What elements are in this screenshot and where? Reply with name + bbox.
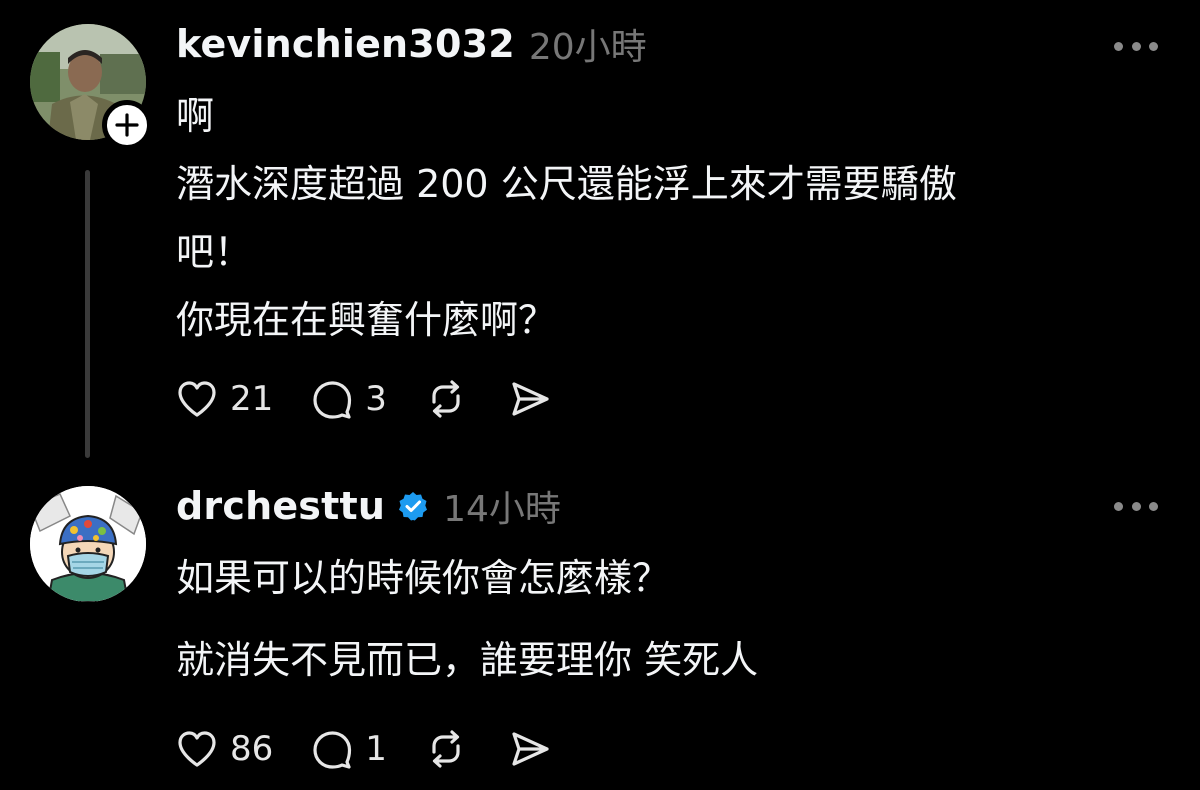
more-dots-icon	[1131, 501, 1141, 511]
comment-body: 啊 潛水深度超過 200 公尺還能浮上來才需要驕傲 吧！ 你現在在興奮什麼啊？	[176, 82, 1136, 354]
repost-button[interactable]	[421, 724, 471, 774]
repost-icon	[432, 380, 460, 418]
reply-button[interactable]: 1	[307, 724, 387, 774]
send-icon	[512, 382, 549, 416]
comment-header: drchesttu 14小時	[176, 478, 561, 534]
avatar[interactable]	[30, 486, 146, 602]
reply-count: 3	[365, 379, 387, 419]
share-button[interactable]	[505, 374, 555, 424]
repost-button[interactable]	[421, 374, 471, 424]
verified-badge-icon	[399, 492, 428, 521]
timestamp: 20小時	[528, 27, 647, 68]
more-options-button[interactable]	[1114, 500, 1158, 512]
comment-line: 你現在在興奮什麼啊？	[176, 298, 557, 342]
like-count: 21	[230, 379, 274, 419]
speech-bubble-icon	[313, 731, 352, 769]
reply-button[interactable]: 3	[307, 374, 387, 424]
avatar-illustration	[30, 486, 146, 602]
heart-icon	[178, 381, 216, 417]
speech-bubble-icon	[313, 381, 352, 419]
comment-line: 如果可以的時候你會怎麼樣？	[176, 556, 671, 600]
comment-item: drchesttu 14小時 如果可以的時候你會怎麼樣？ 就消失不見而已，誰要理…	[0, 470, 1200, 790]
action-bar: 86 1	[172, 724, 589, 774]
timestamp: 14小時	[443, 489, 561, 530]
comment-line: 就消失不見而已，誰要理你 笑死人	[176, 638, 759, 682]
more-options-button[interactable]	[1114, 40, 1158, 52]
like-button[interactable]: 86	[172, 724, 273, 774]
more-dots-icon	[1131, 41, 1141, 51]
username[interactable]: kevinchien3032	[176, 22, 515, 66]
action-bar: 21 3	[172, 374, 589, 424]
more-dots-icon	[1149, 41, 1158, 51]
plus-icon	[115, 113, 139, 137]
comment-line: 潛水深度超過 200 公尺還能浮上來才需要驕傲	[176, 162, 957, 206]
comment-body: 如果可以的時候你會怎麼樣？ 就消失不見而已，誰要理你 笑死人	[176, 544, 1136, 694]
repost-icon	[432, 730, 460, 768]
reply-count: 1	[365, 729, 387, 769]
comment-line: 啊	[176, 94, 215, 138]
share-button[interactable]	[505, 724, 555, 774]
follow-button[interactable]	[102, 100, 152, 150]
comment-line: 吧！	[176, 230, 253, 274]
comment-item: kevinchien3032 20小時 啊 潛水深度超過 200 公尺還能浮上來…	[0, 0, 1200, 470]
username[interactable]: drchesttu	[176, 484, 385, 528]
like-count: 86	[230, 729, 274, 769]
more-dots-icon	[1114, 501, 1123, 511]
more-dots-icon	[1114, 41, 1123, 51]
comment-header: kevinchien3032 20小時	[176, 16, 647, 72]
thread-line	[85, 170, 90, 458]
more-dots-icon	[1149, 501, 1158, 511]
like-button[interactable]: 21	[172, 374, 273, 424]
heart-icon	[178, 731, 216, 767]
send-icon	[512, 732, 549, 766]
